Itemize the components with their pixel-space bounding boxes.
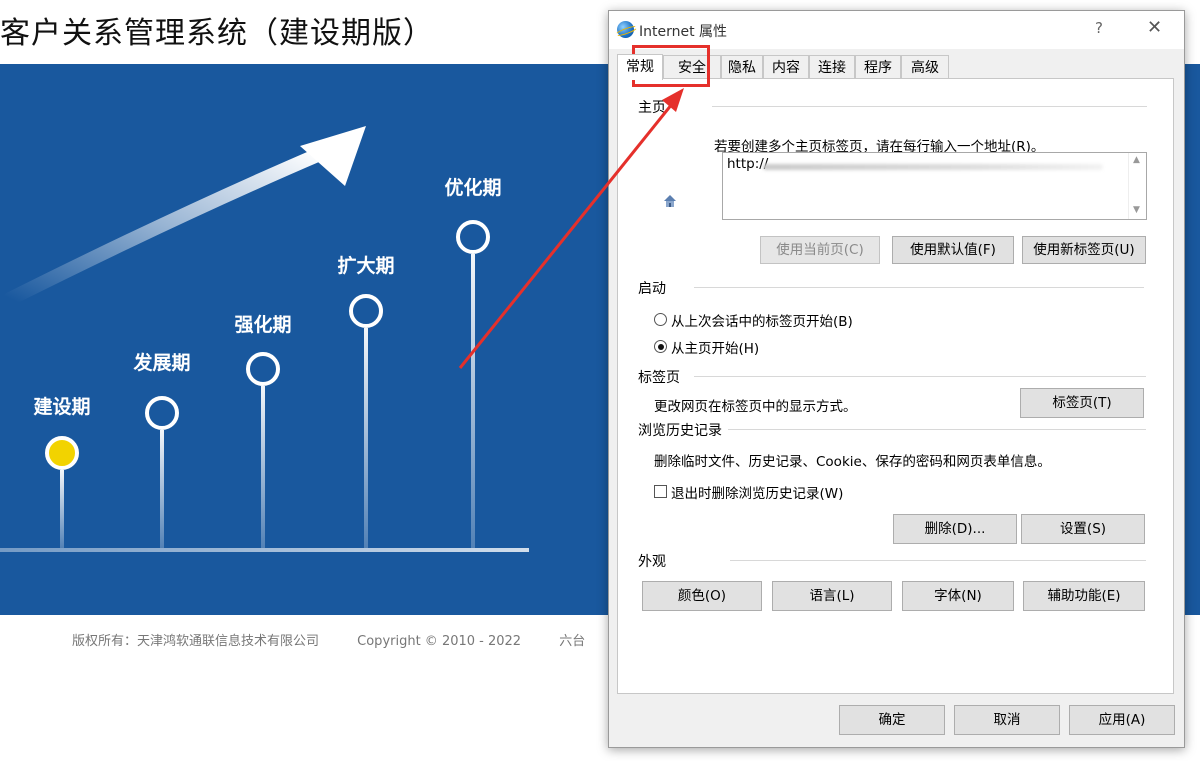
delete-history-button[interactable]: 删除(D)... [893, 514, 1017, 544]
homepage-url-value: http:// [727, 156, 769, 172]
general-tab-panel: 主页 若要创建多个主页标签页，请在每行输入一个地址(R)。 http:// ▲ … [617, 78, 1174, 694]
history-description: 删除临时文件、历史记录、Cookie、保存的密码和网页表单信息。 [654, 454, 1051, 470]
footer-copyright: Copyright © 2010 - 2022 [357, 634, 522, 649]
textarea-scrollbar[interactable]: ▲ ▼ [1128, 153, 1146, 219]
section-tabs-heading: 标签页 [638, 370, 680, 386]
fonts-button[interactable]: 字体(N) [902, 581, 1014, 611]
startup-home-label[interactable]: 从主页开始(H) [671, 337, 759, 357]
divider [694, 376, 1146, 377]
use-current-button[interactable]: 使用当前页(C) [760, 236, 880, 264]
home-page-icon [664, 195, 676, 207]
delete-on-exit-checkbox[interactable] [654, 485, 667, 498]
tab-privacy[interactable]: 隐私 [721, 55, 763, 79]
stage-label-1: 建设期 [33, 396, 91, 418]
stage-label-3: 强化期 [234, 314, 292, 336]
stage-label-4: 扩大期 [337, 255, 395, 277]
stage-label-5: 优化期 [444, 177, 502, 199]
tab-security[interactable]: 安全 [663, 55, 721, 79]
history-settings-button[interactable]: 设置(S) [1021, 514, 1145, 544]
tabs-description: 更改网页在标签页中的显示方式。 [654, 399, 857, 415]
tab-programs[interactable]: 程序 [855, 55, 901, 79]
footer-company: 版权所有：天津鸿软通联信息技术有限公司 [72, 634, 320, 649]
stage-node-5 [456, 220, 490, 254]
homepage-url-textarea[interactable]: http:// ▲ ▼ [722, 152, 1147, 220]
dialog-title: Internet 属性 [639, 24, 728, 40]
page-footer: 版权所有：天津鸿软通联信息技术有限公司 Copyright © 2010 - 2… [72, 630, 619, 649]
redacted-url [763, 164, 1103, 170]
chevron-down-icon[interactable]: ▼ [1133, 205, 1140, 215]
colors-button[interactable]: 颜色(O) [642, 581, 762, 611]
internet-explorer-icon [617, 21, 634, 38]
delete-on-exit-label[interactable]: 退出时删除浏览历史记录(W) [671, 482, 843, 502]
tab-connections[interactable]: 连接 [809, 55, 855, 79]
accessibility-button[interactable]: 辅助功能(E) [1023, 581, 1145, 611]
dialog-titlebar[interactable]: Internet 属性 ? ✕ [609, 11, 1184, 49]
tabs-settings-button[interactable]: 标签页(T) [1020, 388, 1144, 418]
ok-button[interactable]: 确定 [839, 705, 945, 735]
apply-button[interactable]: 应用(A) [1069, 705, 1175, 735]
divider [712, 106, 1147, 107]
help-button[interactable]: ? [1095, 19, 1103, 37]
use-new-tab-button[interactable]: 使用新标签页(U) [1022, 236, 1146, 264]
timeline-baseline [0, 548, 529, 552]
tab-content[interactable]: 内容 [763, 55, 809, 79]
footer-partial: 六台 [559, 634, 586, 649]
stage-node-1 [45, 436, 79, 470]
section-appearance-heading: 外观 [638, 554, 666, 570]
stage-stem-3 [261, 386, 265, 548]
stage-node-2 [145, 396, 179, 430]
section-home-heading: 主页 [638, 100, 666, 116]
page-title: 客户关系管理系统（建设期版） [0, 16, 434, 51]
stage-node-4 [349, 294, 383, 328]
growth-arrow-shaft [3, 147, 327, 306]
startup-last-session-label[interactable]: 从上次会话中的标签页开始(B) [671, 310, 853, 330]
chevron-up-icon[interactable]: ▲ [1133, 155, 1140, 165]
cancel-button[interactable]: 取消 [954, 705, 1060, 735]
stage-stem-1 [60, 470, 64, 548]
startup-last-session-radio[interactable] [654, 313, 667, 326]
use-default-button[interactable]: 使用默认值(F) [892, 236, 1014, 264]
tab-advanced[interactable]: 高级 [901, 55, 949, 79]
stage-stem-5 [471, 254, 475, 548]
divider [728, 429, 1146, 430]
stage-stem-4 [364, 328, 368, 548]
tab-general[interactable]: 常规 [617, 54, 663, 80]
internet-properties-dialog: Internet 属性 ? ✕ 常规 安全 隐私 内容 连接 程序 高级 主页 … [608, 10, 1185, 748]
close-button[interactable]: ✕ [1147, 17, 1162, 38]
stage-stem-2 [160, 430, 164, 548]
divider [730, 560, 1146, 561]
section-startup-heading: 启动 [638, 281, 666, 297]
startup-home-radio[interactable] [654, 340, 667, 353]
stage-node-3 [246, 352, 280, 386]
languages-button[interactable]: 语言(L) [772, 581, 892, 611]
section-history-heading: 浏览历史记录 [638, 423, 722, 439]
divider [694, 287, 1144, 288]
stage-label-2: 发展期 [133, 352, 191, 374]
